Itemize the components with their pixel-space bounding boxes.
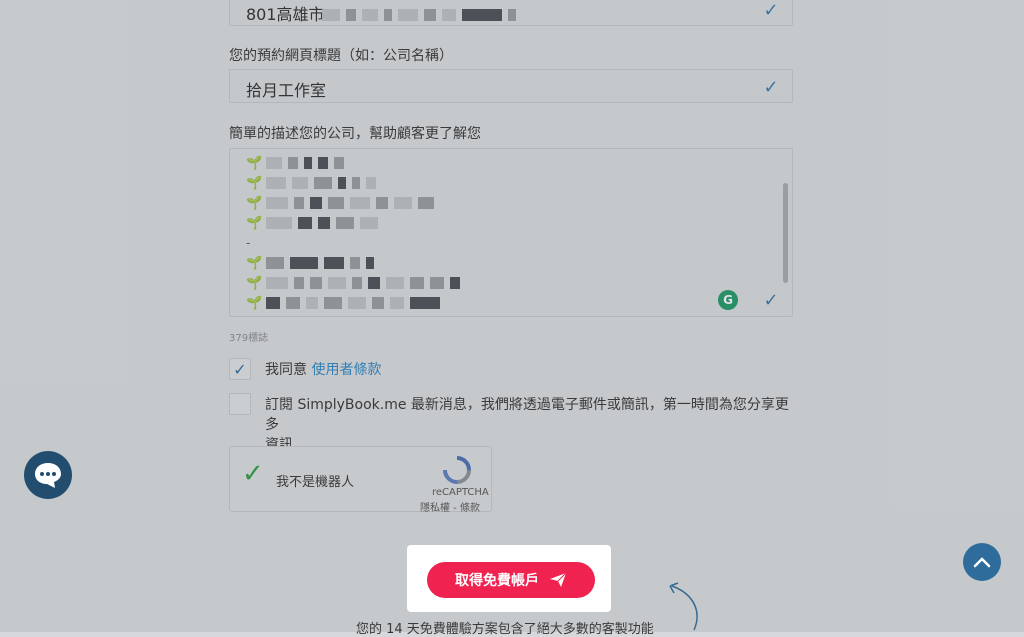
title-field[interactable]: 拾月工作室 ✓ [229, 69, 793, 103]
check-icon: ✓ [763, 289, 779, 311]
title-field-value: 拾月工作室 [246, 81, 327, 100]
chevron-up-icon [973, 557, 991, 568]
recaptcha-brand: reCAPTCHA [432, 487, 489, 498]
sprout-icon: 🌱 [246, 195, 263, 211]
textarea-scrollbar[interactable] [783, 183, 788, 283]
scroll-top-button[interactable] [963, 543, 1001, 581]
chat-icon [35, 463, 61, 488]
description-textarea[interactable]: 🌱 🌱 🌱 🌱 - 🌱 🌱 🌱 G ✓ [229, 148, 793, 317]
trial-info-text: 您的 14 天免費體驗方案包含了絕大多數的客製功能 [356, 622, 654, 637]
terms-agreement: 我同意 使用者條款 [265, 359, 381, 379]
check-icon: ✓ [763, 0, 779, 21]
sprout-icon: 🌱 [246, 215, 263, 231]
recaptcha-label: 我不是機器人 [276, 475, 355, 490]
description-label: 簡單的描述您的公司，幫助顧客更了解您 [229, 126, 481, 142]
agree-text: 我同意 [265, 362, 307, 378]
chat-button[interactable] [24, 451, 72, 499]
address-value: 801高雄市 [246, 5, 325, 24]
signup-page: 801高雄市 ✓ 您的預約網頁標題（如：公司名稱） 拾月工作室 ✓ 簡單的描述您… [0, 0, 1024, 637]
address-field[interactable]: 801高雄市 ✓ [229, 0, 793, 26]
sprout-icon: 🌱 [246, 155, 263, 171]
get-free-account-button[interactable]: 取得免費帳戶 [427, 562, 595, 598]
check-icon[interactable]: ✓ [242, 461, 264, 487]
cta-highlight: 取得免費帳戶 [407, 545, 611, 612]
check-icon: ✓ [763, 76, 779, 98]
title-field-label: 您的預約網頁標題（如：公司名稱） [229, 48, 453, 64]
sprout-icon: 🌱 [246, 255, 263, 271]
address-redacted [322, 4, 522, 23]
check-icon: ✓ [233, 359, 247, 379]
sprout-icon: 🌱 [246, 275, 263, 291]
sprout-icon: 🌱 [246, 295, 263, 311]
grammarly-icon[interactable]: G [718, 290, 738, 310]
recaptcha-links[interactable]: 隱私權 - 條款 [420, 499, 480, 514]
sprout-icon: 🌱 [246, 175, 263, 191]
recaptcha-widget: ✓ 我不是機器人 reCAPTCHA 隱私權 - 條款 [229, 446, 492, 514]
terms-link[interactable]: 使用者條款 [311, 362, 381, 378]
cta-label: 取得免費帳戶 [455, 573, 539, 589]
subscribe-line-1: 訂閱 SimplyBook.me 最新消息，我們將透過電子郵件或簡訊，第一時間為… [265, 397, 789, 433]
paper-plane-icon [550, 572, 567, 587]
character-counter: 379標誌 [229, 333, 269, 344]
curved-arrow-icon [669, 582, 698, 631]
recaptcha-logo-icon [443, 456, 471, 484]
subscribe-checkbox[interactable] [229, 393, 251, 415]
terms-checkbox[interactable]: ✓ [229, 358, 251, 380]
